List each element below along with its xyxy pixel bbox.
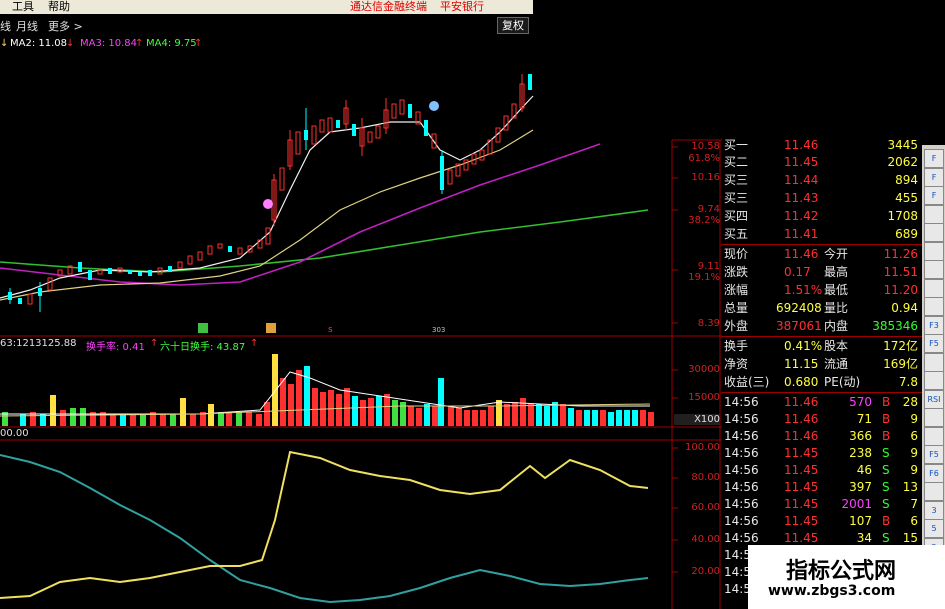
toolbar-button-13[interactable]: RSI	[924, 389, 944, 409]
candles	[8, 74, 532, 312]
toolbar-button-17[interactable]: F6	[924, 463, 944, 483]
indicator-axis-label: 80.00	[691, 472, 720, 483]
indicator-axis-label: 60.00	[691, 502, 720, 513]
price-axis-label: 8.39	[697, 318, 720, 329]
toolbar-button-6[interactable]	[924, 260, 944, 279]
bid-row: 买五 11.41 689	[724, 227, 918, 241]
tick-row: 14:56 11.45 238 S 9	[724, 446, 918, 460]
stat-row: 涨幅 1.51% 最低 11.20	[724, 283, 918, 297]
stat-row: 外盘 387061 内盘 385346	[724, 319, 918, 333]
toolbar-button-15[interactable]	[924, 426, 944, 446]
price-axis-label: 10.58	[691, 141, 720, 152]
watermark-url: www.zbgs3.com	[768, 583, 896, 599]
price-axis-label: 19.1%	[688, 272, 720, 283]
turnover-arrow: ↑	[150, 338, 159, 349]
watermark: 指标公式网 www.zbgs3.com	[748, 545, 945, 609]
toolbar-button-11[interactable]	[924, 352, 944, 372]
toolbar-button-19[interactable]: 3	[924, 500, 944, 520]
tick-row: 14:56 11.45 2001 S 7	[724, 497, 918, 511]
volume-unit-label: X100	[674, 414, 720, 425]
toolbar-button-14[interactable]	[924, 408, 944, 427]
tick-row: 14:56 11.46 570 B 28	[724, 395, 918, 409]
price-axis-label: 9.74	[697, 204, 720, 215]
bid-row: 买二 11.45 2062	[724, 155, 918, 169]
toolbar-button-7[interactable]	[924, 278, 944, 298]
toolbar-button-16[interactable]: F5	[924, 445, 944, 464]
indicator-axis-label: 100.00	[685, 442, 720, 453]
bid-row: 买四 11.42 1708	[724, 209, 918, 223]
toolbar-button-4[interactable]	[924, 223, 944, 242]
stat-row: 现价 11.46 今开 11.26	[724, 247, 918, 261]
toolbar-button-1[interactable]: F	[924, 167, 944, 187]
tick-row: 14:56 11.45 107 B 6	[724, 514, 918, 528]
toolbar-button-8[interactable]	[924, 297, 944, 316]
indicator-axis-label: 20.00	[691, 566, 720, 577]
indicator-legend: 00.00	[0, 428, 29, 439]
turnover60-legend: 六十日换手: 43.87	[160, 342, 246, 353]
price-axis-label: 9.11	[697, 261, 720, 272]
toolbar-button-10[interactable]: F5	[924, 334, 944, 353]
toolbar-button-18[interactable]	[924, 482, 944, 501]
toolbar-button-3[interactable]	[924, 204, 944, 224]
toolbar-button-2[interactable]: F	[924, 186, 944, 205]
bid-row: 买一 11.46 3445	[724, 138, 918, 152]
turnover-legend: 换手率: 0.41	[86, 342, 145, 353]
watermark-title: 指标公式网	[786, 559, 897, 584]
indicator-axis-label: 40.00	[691, 534, 720, 545]
tick-row: 14:56 11.45 397 S 13	[724, 480, 918, 494]
news-marker-icon	[198, 323, 208, 333]
svg-text:303: 303	[432, 326, 445, 334]
svg-text:s: s	[328, 325, 333, 335]
volume-legend: 63:1213125.88	[0, 338, 77, 349]
toolbar-button-5[interactable]	[924, 241, 944, 261]
fundamental-row: 净资 11.15 流通 169亿	[724, 357, 918, 371]
event-marker-icon	[429, 101, 439, 111]
volume-axis-label: 30000	[688, 364, 720, 375]
toolbar-button-12[interactable]	[924, 371, 944, 390]
toolbar-button-9[interactable]: F3	[924, 315, 944, 335]
tick-row: 14:56 11.46 71 B 9	[724, 412, 918, 426]
tick-row: 14:56 11.46 366 B 6	[724, 429, 918, 443]
quote-panel: 买一 11.46 3445 买二 11.45 2062 买三 11.44 894…	[722, 138, 922, 609]
price-axis-label: 10.16	[691, 172, 720, 183]
right-toolbar: FFFF3F5RSIF5F6355	[922, 145, 945, 557]
price-axis-label: 38.2%	[688, 215, 720, 226]
turnover60-arrow: ↑	[250, 338, 259, 349]
fundamental-row: 收益(三) 0.680 PE(动) 7.8	[724, 375, 918, 389]
bid-row: 买三 11.44 894	[724, 173, 918, 187]
toolbar-button-0[interactable]: F	[924, 149, 944, 168]
kline-chart[interactable]: s 303	[0, 0, 722, 609]
bid-row: 买三 11.43 455	[724, 191, 918, 205]
news-marker-icon	[266, 323, 276, 333]
toolbar-button-20[interactable]: 5	[924, 519, 944, 538]
tick-row: 14:56 11.45 46 S 9	[724, 463, 918, 477]
price-axis-label: 61.8%	[688, 153, 720, 164]
stat-row: 总量 692408 量比 0.94	[724, 301, 918, 315]
fundamental-row: 换手 0.41% 股本 172亿	[724, 339, 918, 353]
stat-row: 涨跌 0.17 最高 11.51	[724, 265, 918, 279]
volume-axis-label: 15000	[688, 392, 720, 403]
event-marker-icon	[263, 199, 273, 209]
